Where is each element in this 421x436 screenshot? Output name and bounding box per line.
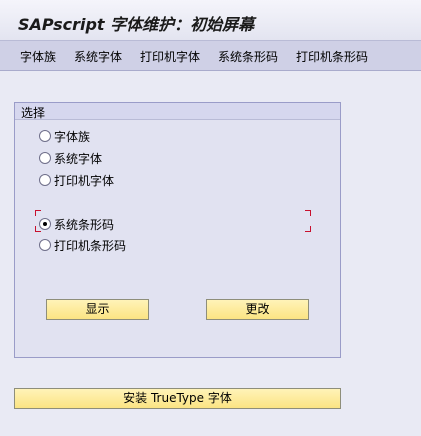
radio-button[interactable] — [39, 130, 51, 142]
radio-button[interactable] — [39, 239, 51, 251]
menu-item-system-font[interactable]: 系统字体 — [74, 48, 122, 65]
title-bar: SAPscript 字体维护：初始屏幕 — [0, 0, 421, 40]
change-button[interactable]: 更改 — [206, 299, 309, 320]
menu-item-printer-barcode[interactable]: 打印机条形码 — [296, 48, 368, 65]
install-truetype-font-button[interactable]: 安装 TrueType 字体 — [14, 388, 341, 409]
focus-corner-top-left — [35, 210, 41, 216]
focus-corner-bottom-right — [305, 226, 311, 232]
menu-item-system-barcode[interactable]: 系统条形码 — [218, 48, 278, 65]
radio-button-selected[interactable] — [39, 218, 51, 230]
radio-button[interactable] — [39, 152, 51, 164]
menu-item-font-family[interactable]: 字体族 — [20, 48, 56, 65]
radio-label: 系统条形码 — [54, 218, 115, 232]
menu-item-printer-font[interactable]: 打印机字体 — [140, 48, 200, 65]
radio-label: 打印机字体 — [54, 174, 115, 188]
radio-label: 系统字体 — [54, 152, 103, 166]
window-title: SAPscript 字体维护：初始屏幕 — [18, 15, 255, 34]
selection-group-title: 选择 — [21, 106, 46, 120]
radio-button[interactable] — [39, 174, 51, 186]
radio-label: 字体族 — [54, 130, 91, 144]
menu-bar: 字体族 系统字体 打印机字体 系统条形码 打印机条形码 — [0, 40, 421, 71]
radio-label: 打印机条形码 — [54, 239, 127, 253]
display-button[interactable]: 显示 — [46, 299, 149, 320]
selection-group-header: 选择 — [15, 103, 340, 120]
selection-group: 选择 字体族 系统字体 打印机字体 系统条形码 打印机条形码 显示 更改 — [14, 102, 341, 358]
focus-corner-top-right — [305, 210, 311, 216]
